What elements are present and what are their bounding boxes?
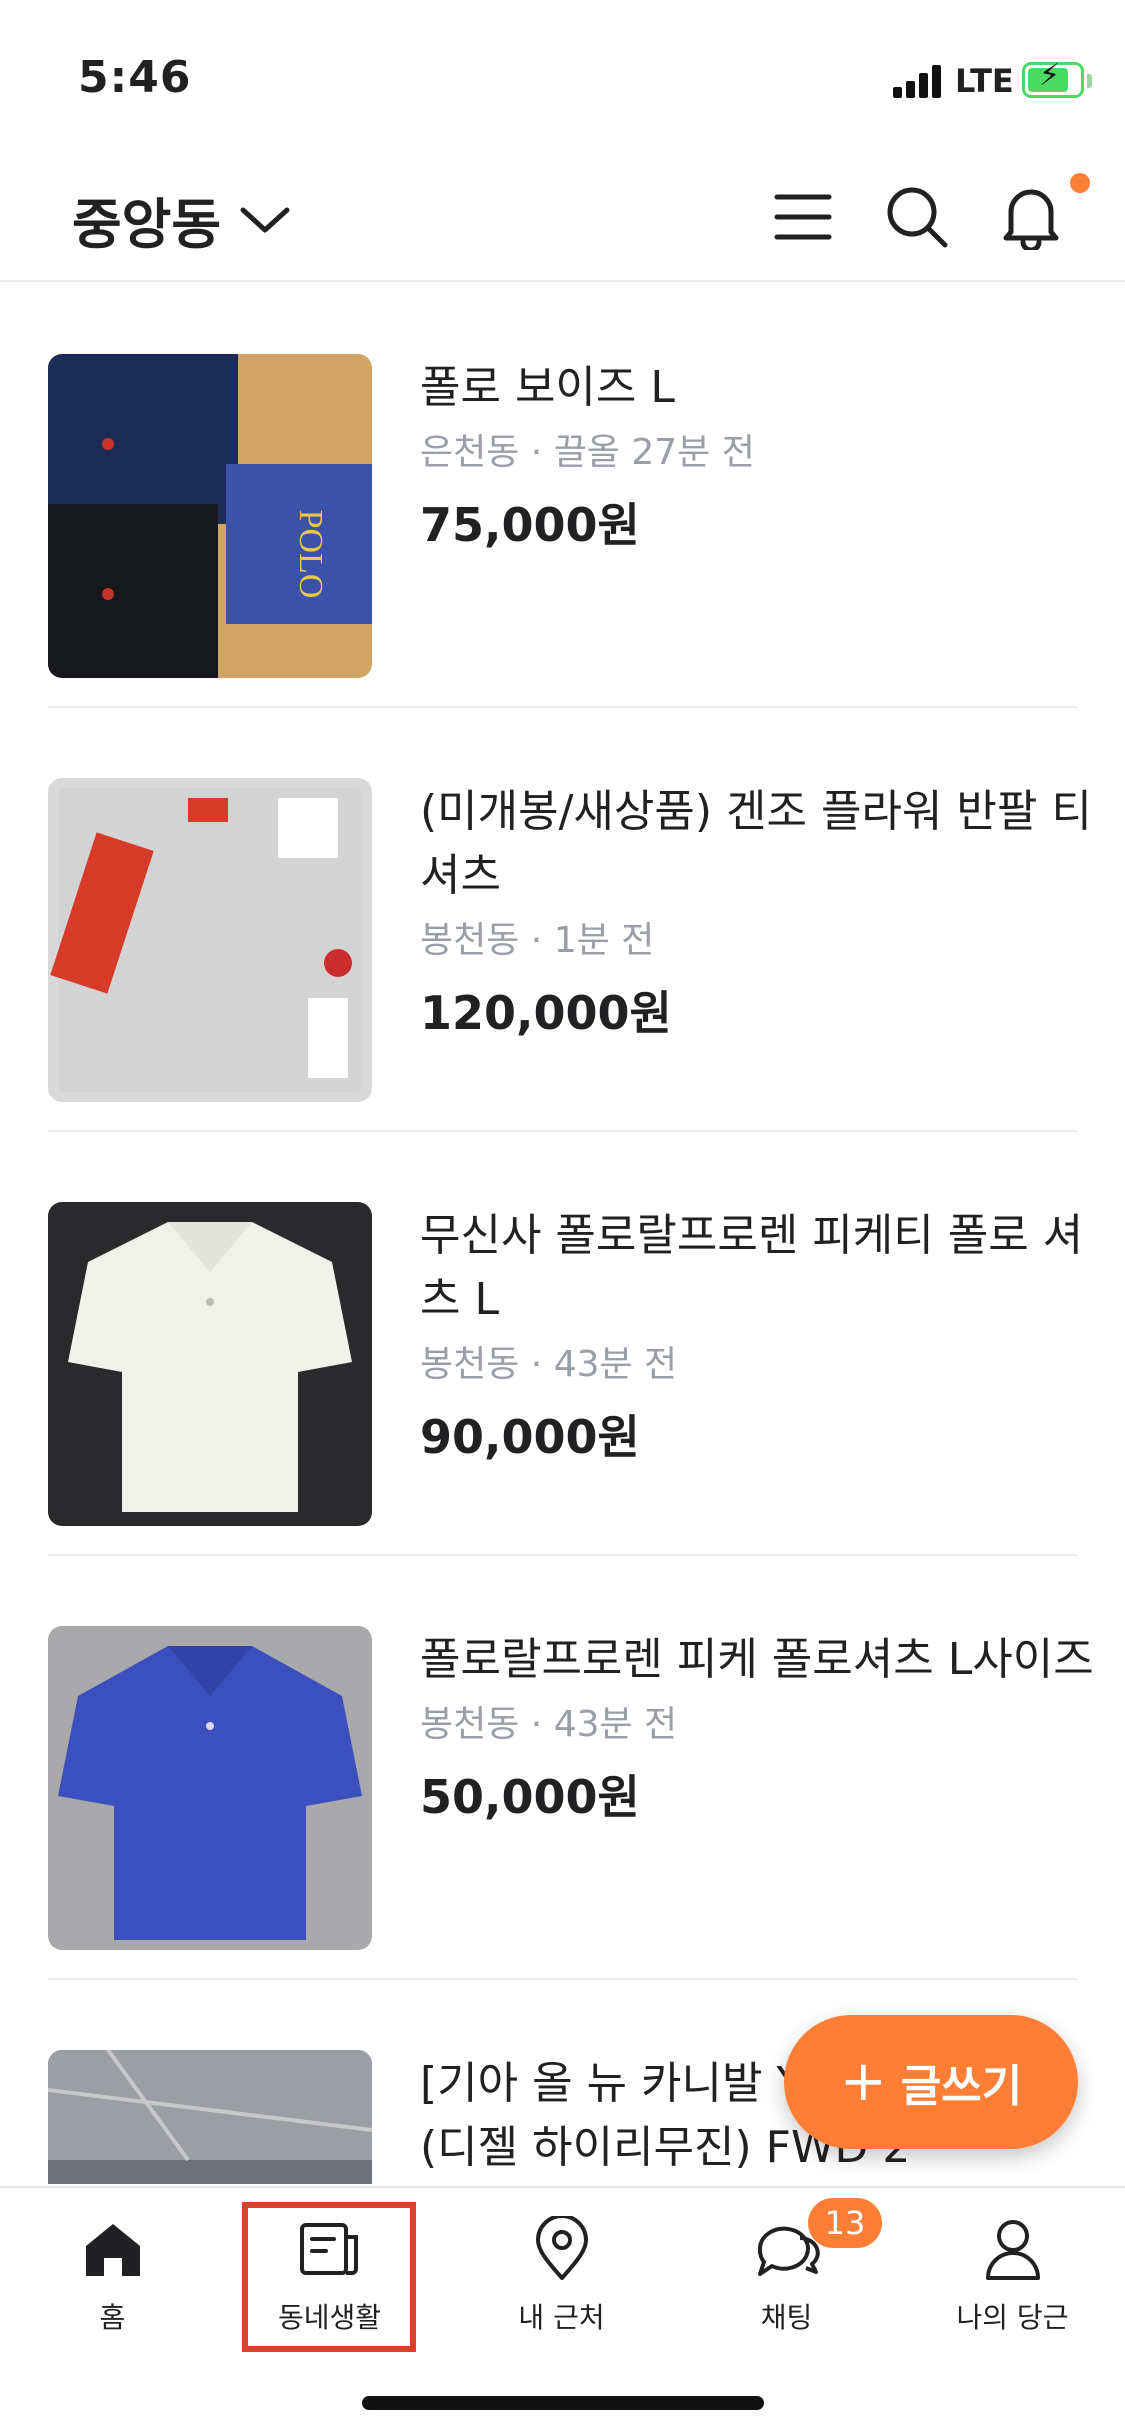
item-title: 폴로랄프로렌 피케 폴로셔츠 L사이즈 (420, 1634, 1094, 1685)
item-meta: 봉천동 · 43분 전 (420, 1704, 678, 1745)
item-price: 120,000원 (420, 986, 672, 1040)
location-label: 중앙동 (72, 193, 222, 256)
product-image: POLO (48, 354, 372, 678)
location-pin-icon (527, 2214, 597, 2284)
bell-icon (1003, 189, 1059, 250)
item-price: 50,000원 (420, 1770, 640, 1824)
listing-feed[interactable]: POLO 폴로 보이즈 L 은천동 · 끌올 27분 전 75,000원 (미개… (0, 284, 1125, 2184)
write-button[interactable]: + 글쓰기 (784, 2015, 1078, 2149)
home-indicator (362, 2396, 764, 2410)
signal-icon (893, 64, 943, 98)
header: 중앙동 (0, 150, 1125, 282)
item-title: (미개봉/새상품) 겐조 플라워 반팔 티셔츠 (420, 786, 1092, 901)
item-meta: 은천동 · 끌올 27분 전 (420, 432, 755, 473)
tab-label: 내 근처 (518, 2301, 605, 2334)
battery-icon: ⚡ (1022, 61, 1084, 98)
list-item[interactable]: POLO 폴로 보이즈 L 은천동 · 끌올 27분 전 75,000원 (48, 284, 1078, 708)
tab-nearby[interactable]: 내 근처 (449, 2188, 674, 2368)
status-time: 5:46 (78, 52, 192, 103)
chevron-down-icon (240, 207, 290, 232)
product-image (48, 778, 372, 1102)
search-icon (887, 187, 948, 248)
search-button[interactable] (882, 182, 952, 252)
tab-label: 채팅 (760, 2301, 813, 2334)
product-image (48, 1202, 372, 1526)
product-image (48, 1626, 372, 1950)
item-meta: 봉천동 · 43분 전 (420, 1344, 678, 1385)
list-item[interactable]: 폴로랄프로렌 피케 폴로셔츠 L사이즈 봉천동 · 43분 전 50,000원 (48, 1556, 1094, 1980)
item-title: 무신사 폴로랄프로렌 피케티 폴로 셔츠 L (420, 1210, 1084, 1325)
tab-my-profile[interactable]: 나의 당근 (900, 2188, 1125, 2368)
svg-text:POLO: POLO (292, 510, 329, 599)
person-icon (978, 2214, 1048, 2284)
list-item[interactable]: 무신사 폴로랄프로렌 피케티 폴로 셔츠 L 봉천동 · 43분 전 90,00… (48, 1132, 1083, 1556)
network-type: LTE (955, 62, 1014, 100)
hamburger-icon (774, 194, 832, 240)
location-selector[interactable]: 중앙동 (72, 180, 291, 259)
notification-button[interactable] (996, 182, 1066, 252)
write-button-label: 글쓰기 (900, 2061, 1023, 2112)
item-title: 폴로 보이즈 L (420, 362, 675, 413)
notification-dot (1070, 173, 1090, 193)
status-bar: 5:46 LTE ⚡ (0, 0, 1125, 150)
home-icon (78, 2214, 148, 2284)
plus-icon: + (839, 2049, 887, 2114)
item-price: 75,000원 (420, 498, 640, 552)
list-item[interactable]: (미개봉/새상품) 겐조 플라워 반팔 티셔츠 봉천동 · 1분 전 120,0… (48, 708, 1092, 1132)
tab-home[interactable]: 홈 (0, 2188, 225, 2368)
battery-tip (1087, 74, 1092, 88)
product-image (48, 2050, 372, 2184)
chat-badge: 13 (808, 2198, 882, 2248)
menu-button[interactable] (768, 182, 838, 252)
item-price: 90,000원 (420, 1410, 640, 1464)
highlight-box (242, 2202, 416, 2352)
item-meta: 봉천동 · 1분 전 (420, 920, 655, 961)
tab-label: 홈 (99, 2301, 126, 2334)
tab-label: 나의 당근 (956, 2301, 1069, 2334)
